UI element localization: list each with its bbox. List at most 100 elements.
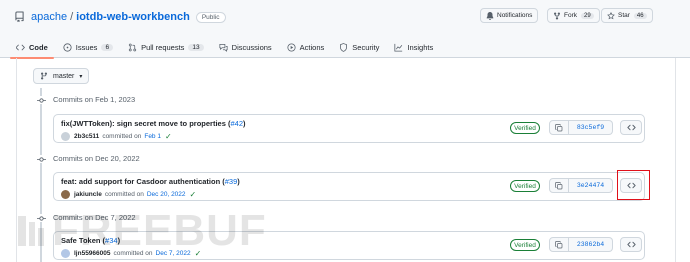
tab-count: 13 <box>188 43 204 51</box>
repo-tabs: Code Issues 6 Pull requests 13 Discussions Act… <box>10 36 442 59</box>
commit-meta: jakiuncle committed on Dec 20, 2022 ✓ <box>61 190 196 199</box>
fork-icon <box>554 11 560 20</box>
check-icon[interactable]: ✓ <box>195 249 202 258</box>
repo-name-link[interactable]: iotdb-web-workbench <box>76 11 190 23</box>
commit-title[interactable]: fix(JWTToken): sign secret move to prope… <box>61 119 230 128</box>
issue-icon <box>63 42 72 52</box>
code-icon <box>16 44 25 50</box>
commit-author[interactable]: ljn55966005 <box>74 250 111 257</box>
committed-on-text: committed on <box>102 133 142 140</box>
tab-label: Insights <box>407 42 434 52</box>
copy-sha-button[interactable] <box>549 237 569 252</box>
commit-node-icon <box>35 214 47 222</box>
pr-close-paren: ) <box>237 177 240 186</box>
commit-row: feat: add support for Casdoor authentica… <box>53 172 645 201</box>
pull-request-icon <box>128 43 137 51</box>
chevron-down-icon: ▾ <box>79 73 83 80</box>
play-icon <box>287 42 296 52</box>
pr-link[interactable]: #34 <box>105 236 118 245</box>
repo-separator: / <box>70 11 74 23</box>
commit-sha-link[interactable]: 3e24474 <box>569 178 613 193</box>
commit-day-heading: Commits on Feb 1, 2023 <box>53 95 136 104</box>
copy-icon <box>555 123 563 131</box>
committed-on-text: committed on <box>113 250 153 257</box>
commit-message[interactable]: feat: add support for Casdoor authentica… <box>61 177 240 186</box>
tab-label: Code <box>29 42 48 52</box>
browse-repo-button[interactable] <box>620 237 642 252</box>
copy-icon <box>555 181 563 189</box>
commit-meta: 2b3c511 committed on Feb 1 ✓ <box>61 132 172 141</box>
avatar[interactable] <box>61 249 70 258</box>
tab-pull-requests[interactable]: Pull requests 13 <box>122 36 210 58</box>
tab-label: Pull requests <box>141 42 185 52</box>
commit-date[interactable]: Dec 20, 2022 <box>147 191 186 198</box>
repo-owner-link[interactable]: apache <box>31 11 67 23</box>
commit-meta: ljn55966005 committed on Dec 7, 2022 ✓ <box>61 249 201 258</box>
notifications-button[interactable]: Notifications <box>480 8 539 23</box>
star-label: Star <box>618 12 630 19</box>
copy-sha-button[interactable] <box>549 120 569 135</box>
check-icon[interactable]: ✓ <box>190 190 197 199</box>
check-icon[interactable]: ✓ <box>165 132 172 141</box>
tab-actions[interactable]: Actions <box>281 36 331 58</box>
commit-node-icon <box>35 155 47 163</box>
commit-date[interactable]: Feb 1 <box>144 133 161 140</box>
bell-icon <box>486 11 494 20</box>
branch-icon <box>41 72 47 80</box>
pr-link[interactable]: #42 <box>230 119 243 128</box>
commit-sha-link[interactable]: 23862b4 <box>569 237 613 252</box>
discussion-icon <box>219 43 228 52</box>
fork-button[interactable]: Fork 29 <box>547 8 600 23</box>
star-count: 46 <box>633 12 647 19</box>
avatar[interactable] <box>61 190 70 199</box>
commit-row: fix(JWTToken): sign secret move to prope… <box>53 114 645 143</box>
repo-title: apache / iotdb-web-workbench Public <box>14 9 226 25</box>
tab-code[interactable]: Code <box>10 36 54 59</box>
notifications-label: Notifications <box>497 12 533 19</box>
copy-sha-button[interactable] <box>549 178 569 193</box>
browse-repo-button[interactable] <box>620 120 642 135</box>
commit-sha-link[interactable]: 83c5ef9 <box>569 120 613 135</box>
commit-node-icon <box>35 96 47 104</box>
committed-on-text: committed on <box>104 191 144 198</box>
verified-badge[interactable]: Verified <box>510 180 540 192</box>
tab-security[interactable]: Security <box>333 36 385 58</box>
tab-discussions[interactable]: Discussions <box>213 36 278 58</box>
commit-message[interactable]: Safe Token (#34) <box>61 236 120 245</box>
avatar[interactable] <box>61 132 70 141</box>
tab-label: Actions <box>299 42 325 52</box>
fork-label: Fork <box>564 12 577 19</box>
commit-row: Safe Token (#34) ljn55966005 committed on D… <box>53 231 645 260</box>
commit-title[interactable]: Safe Token ( <box>61 236 105 245</box>
commit-date[interactable]: Dec 7, 2022 <box>156 250 191 257</box>
tab-label: Discussions <box>231 42 272 52</box>
commit-author[interactable]: jakiuncle <box>74 191 102 198</box>
tab-issues[interactable]: Issues 6 <box>57 36 119 58</box>
branch-selector[interactable]: master ▾ <box>33 68 90 84</box>
copy-icon <box>555 240 563 248</box>
tab-count: 6 <box>101 43 114 51</box>
branch-name: master <box>53 72 75 80</box>
shield-icon <box>340 42 348 52</box>
graph-icon <box>394 43 403 52</box>
highlight-box <box>617 170 650 200</box>
commit-message[interactable]: fix(JWTToken): sign secret move to prope… <box>61 119 246 128</box>
tab-label: Issues <box>75 42 98 52</box>
fork-count: 29 <box>581 12 594 19</box>
commit-timeline <box>40 88 42 262</box>
repo-icon <box>15 11 24 23</box>
star-button[interactable]: Star 46 <box>601 8 653 23</box>
commit-day-heading: Commits on Dec 20, 2022 <box>53 154 140 163</box>
star-icon <box>607 11 615 19</box>
commit-title[interactable]: feat: add support for Casdoor authentica… <box>61 177 225 186</box>
verified-badge[interactable]: Verified <box>510 122 540 134</box>
pr-link[interactable]: #39 <box>225 177 238 186</box>
code-icon <box>626 241 636 248</box>
code-icon <box>626 124 636 131</box>
pr-close-paren: ) <box>243 119 246 128</box>
pr-close-paren: ) <box>117 236 121 245</box>
verified-badge[interactable]: Verified <box>510 239 540 251</box>
commit-author[interactable]: 2b3c511 <box>74 133 99 140</box>
commit-day-heading: Commits on Dec 7, 2022 <box>53 213 136 222</box>
tab-insights[interactable]: Insights <box>388 36 439 58</box>
